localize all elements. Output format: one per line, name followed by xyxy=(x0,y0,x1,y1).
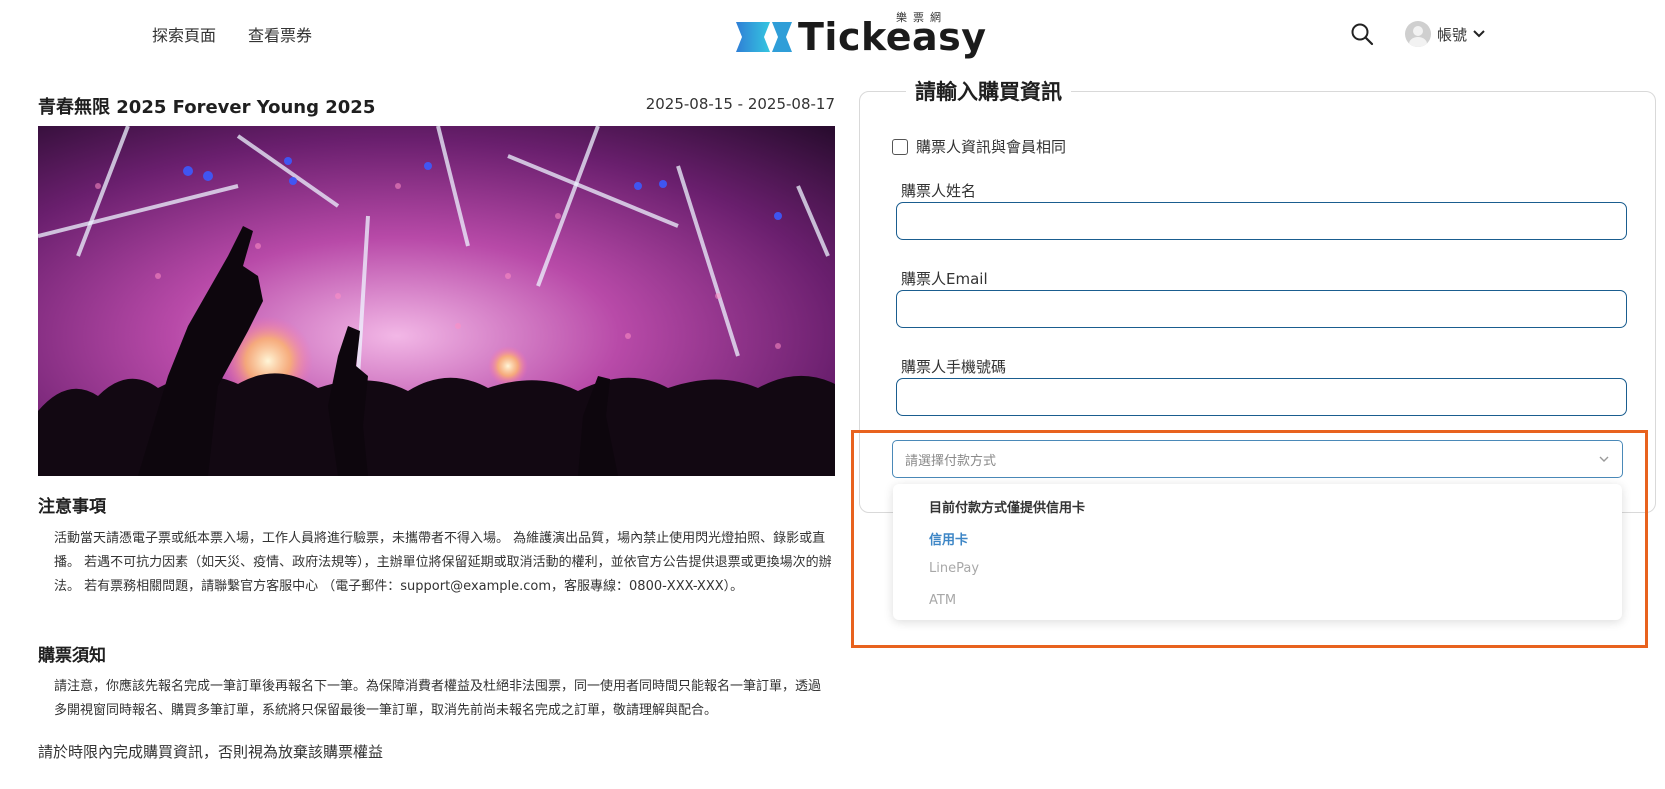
notes-body: 活動當天請憑電子票或紙本票入場，工作人員將進行驗票，未攜帶者不得入場。 為維護演… xyxy=(54,531,832,594)
user-avatar-icon xyxy=(1405,21,1431,47)
chevron-down-icon xyxy=(1473,30,1485,38)
phone-label: 購票人手機號碼 xyxy=(901,358,1007,376)
payment-option-atm: ATM xyxy=(929,593,957,608)
payment-method-placeholder: 請選擇付款方式 xyxy=(905,453,997,469)
event-date-range: 2025-08-15 - 2025-08-17 xyxy=(645,95,835,113)
search-icon[interactable] xyxy=(1350,22,1374,46)
payment-options-header: 目前付款方式僅提供信用卡 xyxy=(929,501,1086,516)
purchase-notes-body: 請注意，你應該先報名完成一筆訂單後再報名下一筆。為保障消費者權益及杜絕非法囤票，… xyxy=(54,679,822,718)
name-label: 購票人姓名 xyxy=(901,182,977,200)
payment-method-dropdown: 目前付款方式僅提供信用卡 信用卡 LinePay ATM xyxy=(893,484,1622,620)
logo-text: Tickeasy xyxy=(798,15,987,59)
event-banner-image xyxy=(38,126,835,476)
buyer-email-input[interactable] xyxy=(896,290,1627,328)
same-as-member-option[interactable]: 購票人資訊與會員相同 xyxy=(892,136,1066,157)
logo[interactable]: Tickeasy 樂票網 xyxy=(736,11,986,62)
account-label: 帳號 xyxy=(1437,25,1468,44)
payment-method-select[interactable]: 請選擇付款方式 xyxy=(892,440,1623,478)
account-menu[interactable]: 帳號 xyxy=(1405,20,1487,48)
chevron-down-icon xyxy=(1599,456,1609,462)
same-as-member-checkbox[interactable] xyxy=(892,138,908,155)
deadline-notice: 請於時限內完成購買資訊，否則視為放棄該購票權益 xyxy=(38,743,384,761)
nav-explore[interactable]: 探索頁面 xyxy=(152,22,216,46)
nav-view-tickets[interactable]: 查看票券 xyxy=(248,22,312,46)
payment-option-credit-card[interactable]: 信用卡 xyxy=(929,529,968,548)
buyer-name-input[interactable] xyxy=(896,202,1627,240)
concert-illustration xyxy=(38,126,835,476)
logo-mark-icon xyxy=(736,22,792,52)
same-as-member-label: 購票人資訊與會員相同 xyxy=(916,138,1067,156)
event-title: 青春無限 2025 Forever Young 2025 xyxy=(38,97,376,118)
payment-option-linepay: LinePay xyxy=(929,561,980,576)
email-label: 購票人Email xyxy=(901,270,988,288)
logo-subtext: 樂票網 xyxy=(896,11,947,24)
buyer-phone-input[interactable] xyxy=(896,378,1627,416)
purchase-notes-title: 購票須知 xyxy=(38,646,106,666)
notes-title: 注意事項 xyxy=(38,497,106,517)
form-legend: 請輸入購買資訊 xyxy=(906,76,1071,106)
